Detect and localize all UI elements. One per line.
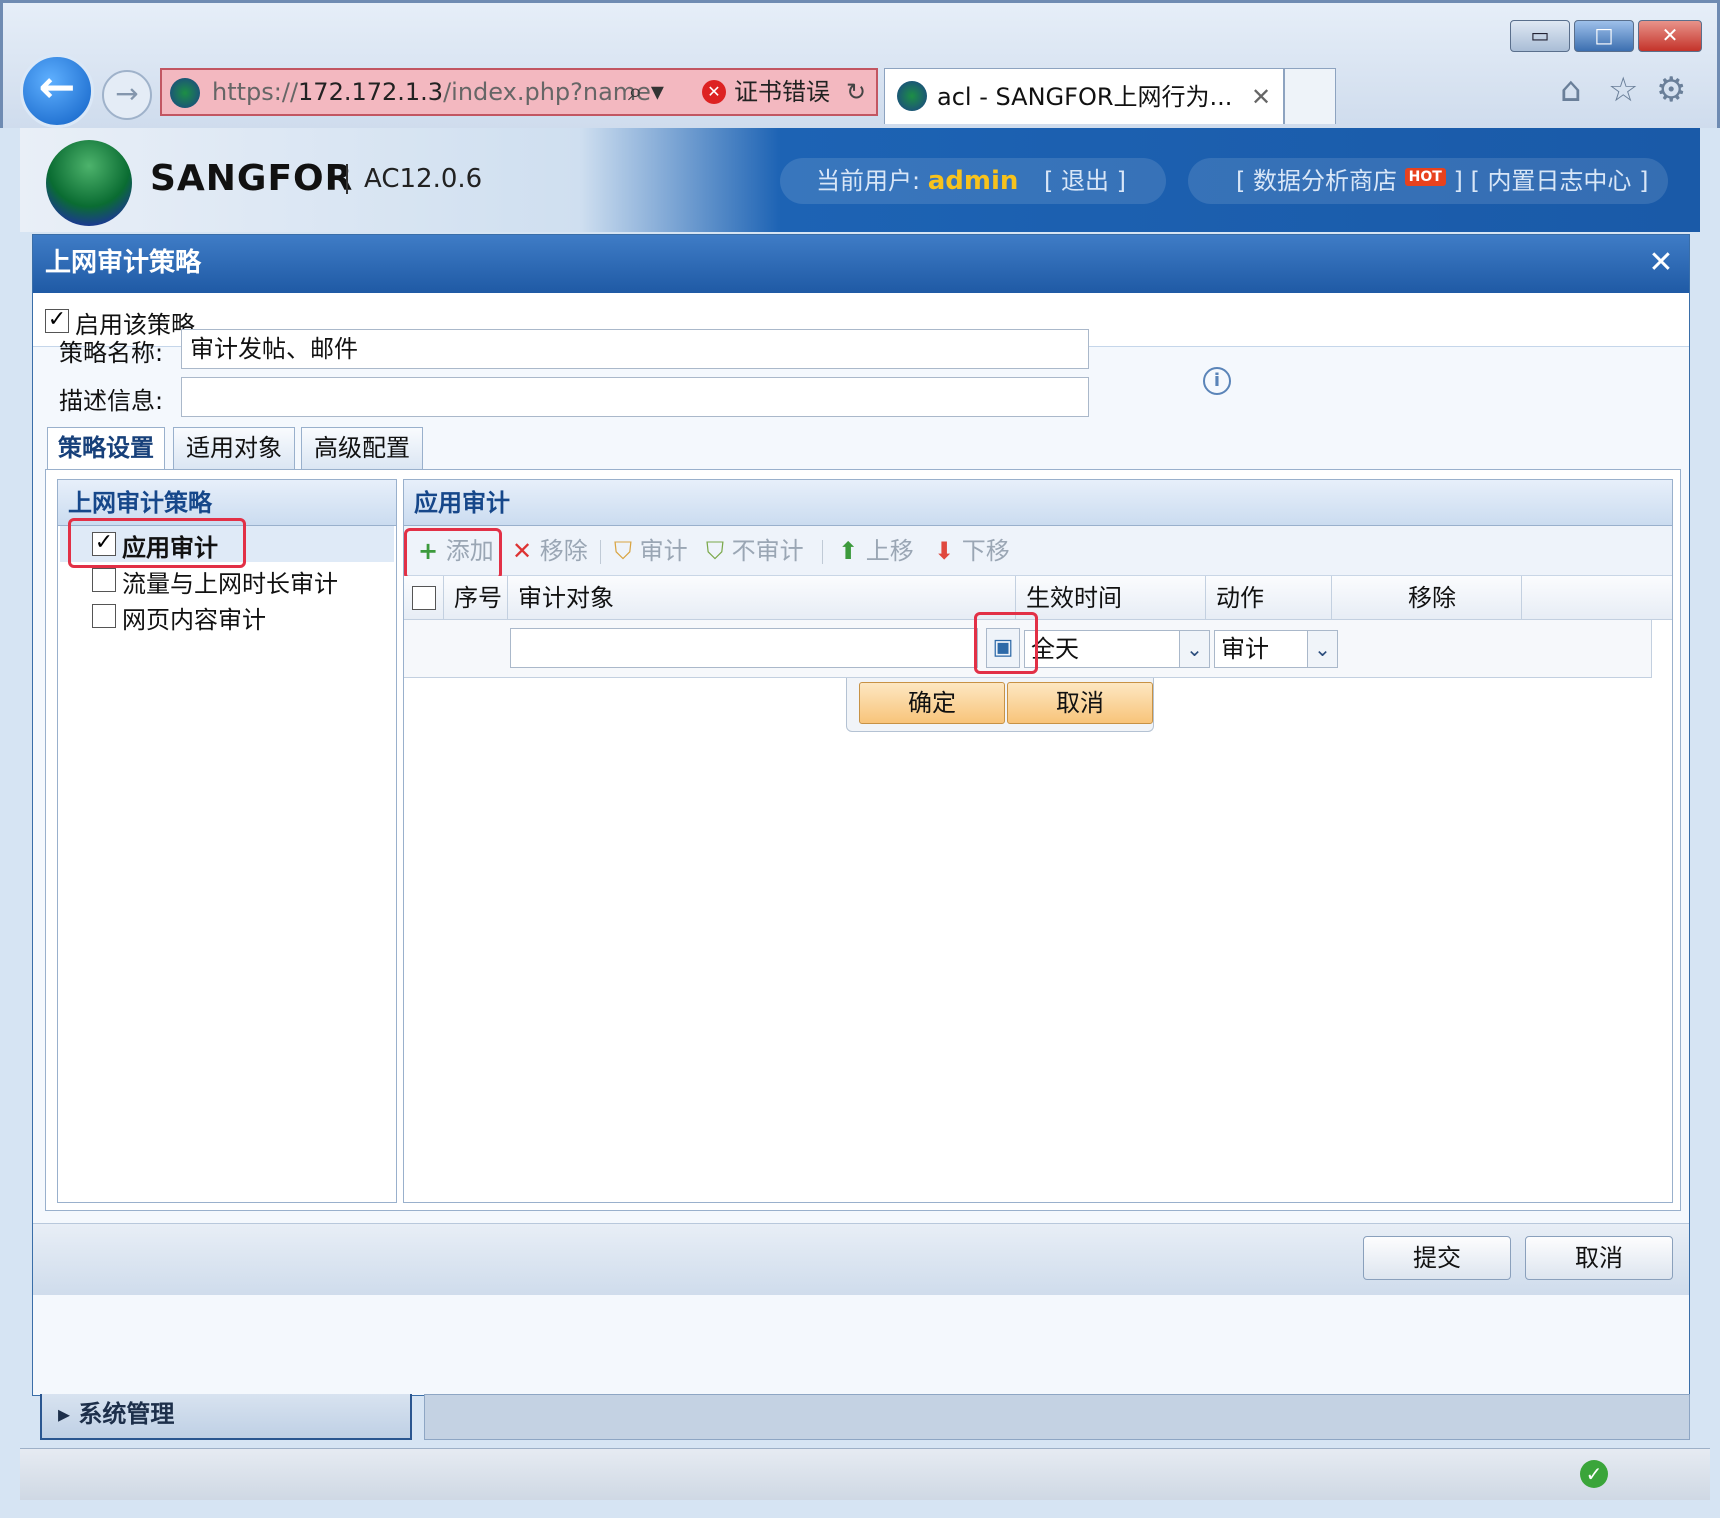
tab-title: acl - SANGFOR上网行为... bbox=[937, 83, 1233, 111]
tab-advanced-config[interactable]: 高级配置 bbox=[301, 427, 423, 469]
dialog-close-icon[interactable]: ✕ bbox=[1641, 235, 1681, 291]
highlight-box bbox=[974, 612, 1038, 674]
audit-policy-dialog: 上网审计策略 ✕ ✓ 启用该策略 策略名称: 审计发帖、邮件 i 描述信息: 策… bbox=[32, 234, 1690, 1396]
tree-item-traffic-audit[interactable]: 流量与上网时长审计 bbox=[122, 564, 338, 599]
user-box: 当前用户: admin [ 退出 ] bbox=[780, 158, 1166, 204]
status-ok-icon: ✓ bbox=[1580, 1460, 1608, 1488]
main-content-area bbox=[424, 1394, 1690, 1440]
site-favicon-icon bbox=[170, 78, 200, 108]
address-bar[interactable]: https://172.172.1.3/index.php?name ⌕ ▾ ✕… bbox=[160, 68, 878, 116]
current-user-name: admin bbox=[927, 166, 1019, 196]
remove-button[interactable]: ✕ 移除 bbox=[512, 526, 588, 576]
dialog-title: 上网审计策略 bbox=[33, 235, 1689, 293]
header-links: [ 数据分析商店 HOT ] [ 内置日志中心 ] bbox=[1188, 158, 1668, 204]
action-select[interactable]: 审计 ⌄ bbox=[1214, 630, 1338, 668]
search-icon[interactable]: ⌕ ▾ bbox=[628, 70, 664, 114]
col-audit-object: 审计对象 bbox=[508, 576, 1016, 620]
grid-header: 序号 审计对象 生效时间 动作 移除 bbox=[404, 576, 1672, 620]
gear-icon[interactable]: ⚙ bbox=[1656, 70, 1686, 110]
move-up-button[interactable]: ⬆ 上移 bbox=[838, 526, 914, 576]
arrow-up-icon: ⬆ bbox=[838, 537, 859, 565]
edit-row: ▣ 全天 ⌄ 审计 ⌄ bbox=[404, 612, 1652, 678]
tab-favicon-icon bbox=[897, 81, 927, 111]
data-shop-link[interactable]: [ 数据分析商店 bbox=[1236, 167, 1397, 195]
dialog-footer: 提交 取消 bbox=[33, 1223, 1689, 1295]
tab-policy-settings[interactable]: 策略设置 bbox=[47, 427, 165, 471]
select-all-cell bbox=[404, 576, 444, 620]
cert-error-label[interactable]: 证书错误 bbox=[734, 70, 830, 114]
submit-button[interactable]: 提交 bbox=[1363, 1236, 1511, 1280]
status-bar bbox=[20, 1448, 1710, 1500]
row-cancel-button[interactable]: 取消 bbox=[1007, 682, 1153, 724]
current-user-label: 当前用户: bbox=[816, 167, 921, 195]
col-index: 序号 bbox=[444, 576, 508, 620]
window-close-button[interactable]: ✕ bbox=[1638, 20, 1702, 52]
audit-button[interactable]: ⛉ 审计 bbox=[614, 526, 688, 576]
col-action: 动作 bbox=[1206, 576, 1332, 620]
url-text[interactable]: https://172.172.1.3/index.php?name bbox=[212, 70, 782, 114]
info-icon[interactable]: i bbox=[1203, 367, 1231, 395]
panel-toolbar: + 添加 ✕ 移除 ⛉ 审计 ⛉ 不审计 ⬆ 上移 ⬇ 下移 bbox=[404, 526, 1672, 576]
hot-badge: HOT bbox=[1404, 168, 1446, 186]
logout-link[interactable]: [ 退出 ] bbox=[1044, 167, 1126, 195]
move-down-button[interactable]: ⬇ 下移 bbox=[934, 526, 1010, 576]
nav-system-management[interactable]: ▸ 系统管理 bbox=[40, 1394, 412, 1440]
policy-name-label: 策略名称: bbox=[59, 339, 164, 367]
minimize-button[interactable]: ▭ bbox=[1510, 20, 1570, 52]
refresh-icon[interactable]: ↻ bbox=[846, 70, 866, 114]
cert-error-icon[interactable]: ✕ bbox=[702, 80, 726, 104]
description-input[interactable] bbox=[181, 377, 1089, 417]
home-icon[interactable]: ⌂ bbox=[1560, 70, 1582, 110]
highlight-box bbox=[404, 528, 502, 580]
edit-row-buttons: 确定 取消 bbox=[846, 678, 1154, 732]
back-arrow-icon[interactable]: ← bbox=[20, 54, 94, 128]
forward-arrow-icon[interactable]: → bbox=[102, 70, 152, 120]
tab-applicable-objects[interactable]: 适用对象 bbox=[173, 427, 295, 469]
col-effective-time: 生效时间 bbox=[1016, 576, 1206, 620]
version-label: AC12.0.6 bbox=[346, 164, 482, 194]
new-tab-button[interactable] bbox=[1284, 68, 1336, 124]
description-label: 描述信息: bbox=[59, 387, 164, 415]
traffic-audit-checkbox[interactable] bbox=[92, 568, 116, 592]
no-audit-button[interactable]: ⛉ 不审计 bbox=[706, 526, 804, 576]
confirm-button[interactable]: 确定 bbox=[859, 682, 1005, 724]
enable-policy-checkbox[interactable]: ✓ bbox=[45, 309, 69, 333]
sangfor-logo-icon bbox=[46, 140, 132, 226]
app-audit-panel: 应用审计 + 添加 ✕ 移除 ⛉ 审计 ⛉ 不审计 ⬆ 上移 ⬇ 下移 序号 审… bbox=[403, 479, 1673, 1203]
browser-tab[interactable]: acl - SANGFOR上网行为... ✕ bbox=[884, 68, 1284, 124]
log-center-link[interactable]: ] [ 内置日志中心 ] bbox=[1453, 167, 1648, 195]
cancel-button[interactable]: 取消 bbox=[1525, 1236, 1673, 1280]
shield-icon: ⛉ bbox=[614, 537, 632, 565]
audit-object-input[interactable] bbox=[510, 628, 978, 668]
col-remove: 移除 bbox=[1332, 576, 1522, 620]
policy-name-input[interactable]: 审计发帖、邮件 bbox=[181, 329, 1089, 369]
highlight-box bbox=[68, 518, 246, 568]
audit-type-tree: 上网审计策略 ✓ 应用审计 流量与上网时长审计 网页内容审计 bbox=[57, 479, 397, 1203]
panel-header: 应用审计 bbox=[404, 480, 1672, 526]
star-icon[interactable]: ☆ bbox=[1608, 70, 1638, 110]
chevron-down-icon[interactable]: ⌄ bbox=[1179, 631, 1209, 667]
tab-close-icon[interactable]: ✕ bbox=[1251, 69, 1271, 125]
chevron-down-icon[interactable]: ⌄ bbox=[1307, 631, 1337, 667]
brand-name: SANGFOR bbox=[150, 158, 354, 199]
shield-check-icon: ⛉ bbox=[706, 537, 724, 565]
delete-icon: ✕ bbox=[512, 537, 533, 565]
effective-time-select[interactable]: 全天 ⌄ bbox=[1024, 630, 1210, 668]
maximize-button[interactable]: □ bbox=[1574, 20, 1634, 52]
tree-item-webpage-audit[interactable]: 网页内容审计 bbox=[122, 600, 266, 635]
arrow-down-icon: ⬇ bbox=[934, 537, 955, 565]
select-all-checkbox[interactable] bbox=[412, 586, 436, 610]
webpage-audit-checkbox[interactable] bbox=[92, 604, 116, 628]
